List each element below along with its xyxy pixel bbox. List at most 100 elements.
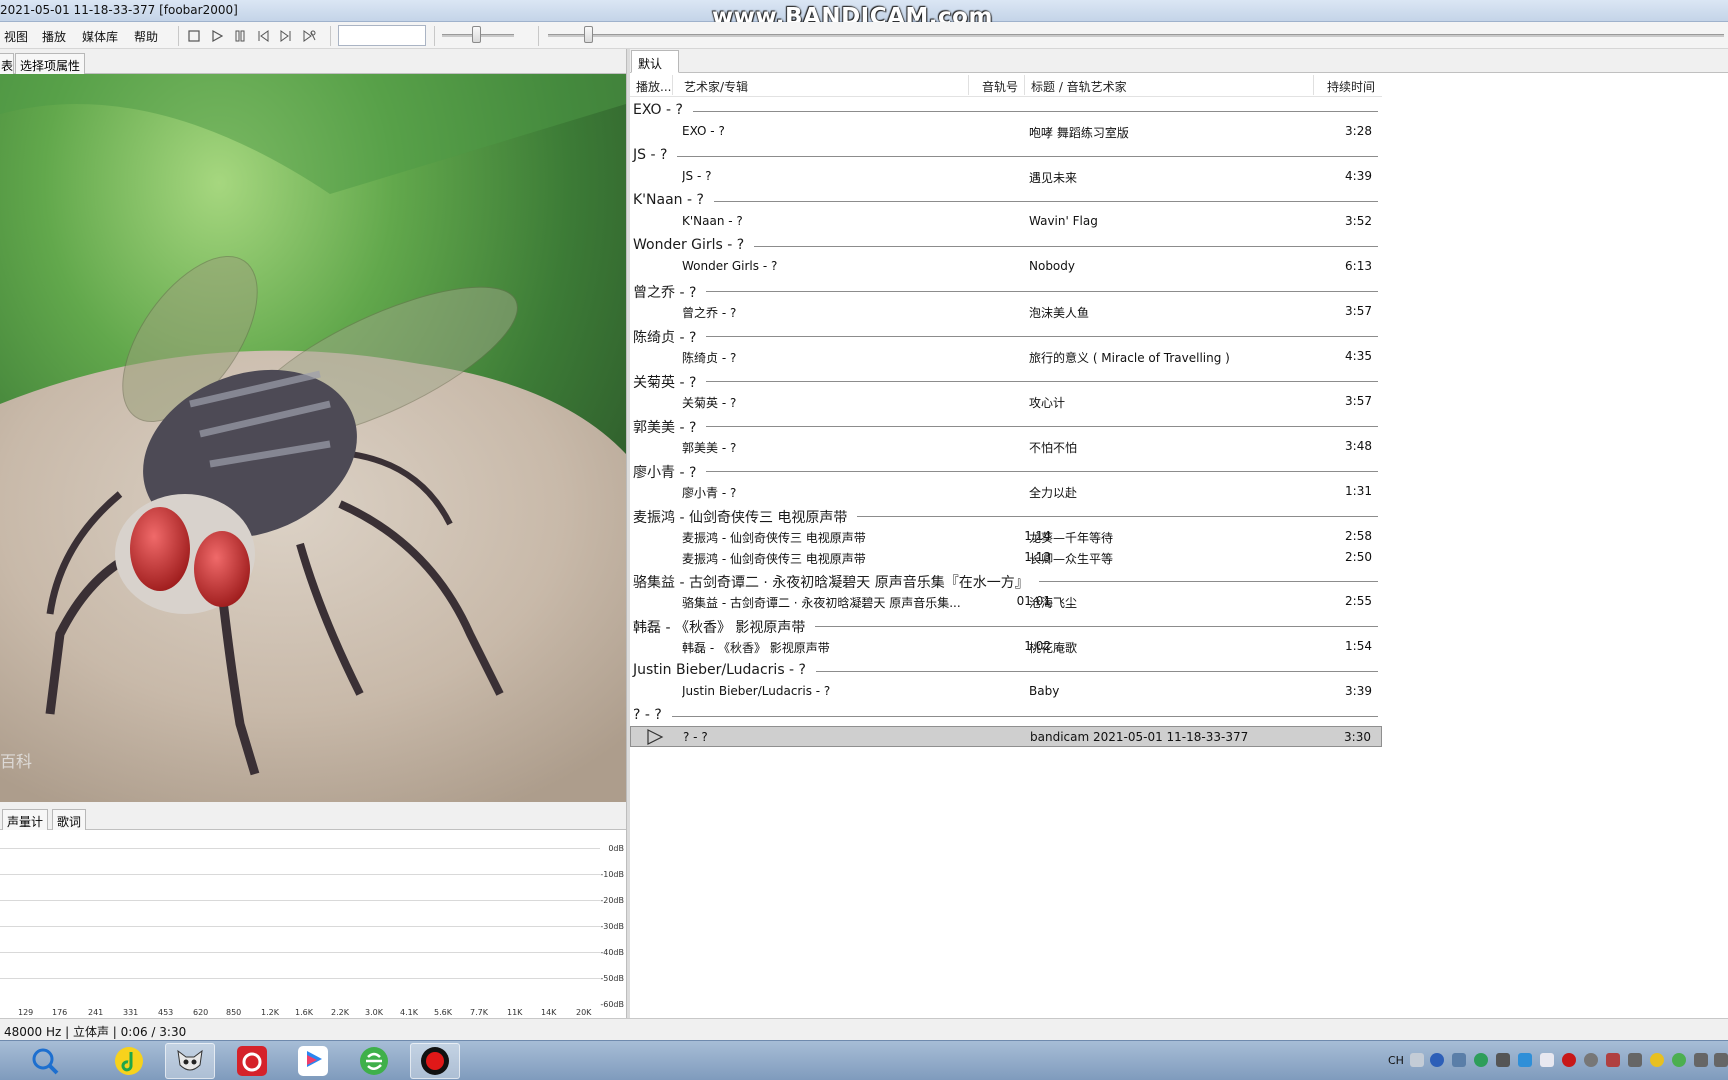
playlist-group-header[interactable]: 麦振鸿 - 仙剑奇侠传三 电视原声带: [630, 504, 1382, 527]
qq-music-icon[interactable]: [104, 1043, 154, 1079]
volume-slider-thumb[interactable]: [472, 26, 481, 43]
playlist-group-header[interactable]: 郭美美 - ?: [630, 414, 1382, 437]
menu-library[interactable]: 媒体库: [82, 28, 118, 45]
next-icon[interactable]: [277, 27, 295, 45]
playlist-row[interactable]: 廖小青 - ? 全力以赴 1:31: [630, 481, 1382, 502]
volume-icon[interactable]: [1694, 1053, 1708, 1067]
playlist-row[interactable]: 麦振鸿 - 仙剑奇侠传三 电视原声带 1.14 龙葵—千年等待 2:58: [630, 526, 1382, 547]
tab-selection-properties[interactable]: 选择项属性: [15, 53, 86, 74]
playlist-row[interactable]: 麦振鸿 - 仙剑奇侠传三 电视原声带 1.13 长卿—众生平等 2:50: [630, 547, 1382, 568]
column-duration[interactable]: 持续时间: [1327, 78, 1375, 95]
tab-playlist-partial[interactable]: 表: [0, 53, 14, 74]
playlist-row[interactable]: EXO - ? 咆哮 舞蹈练习室版 3:28: [630, 121, 1382, 142]
record-icon[interactable]: [1562, 1053, 1576, 1067]
network-icon[interactable]: [1518, 1053, 1532, 1067]
tab-lyrics[interactable]: 歌词: [52, 809, 87, 830]
seek-slider-track[interactable]: [548, 34, 1724, 37]
menu-help[interactable]: 帮助: [134, 28, 158, 45]
playlist-row-now-playing[interactable]: ? - ? bandicam 2021-05-01 11-18-33-377 3…: [630, 726, 1382, 747]
playlist-view[interactable]: 播放... 艺术家/专辑 音轨号 标题 / 音轨艺术家 持续时间 EXO - ?…: [630, 73, 1728, 1018]
row-title: 泡沫美人鱼: [1029, 306, 1090, 320]
playlist-row[interactable]: 陈绮贞 - ? 旅行的意义 ( Miracle of Travelling ) …: [630, 346, 1382, 367]
tab-volume-meter[interactable]: 声量计: [2, 809, 49, 830]
playlist-group-header[interactable]: K'Naan - ?: [630, 189, 1382, 211]
power-icon[interactable]: [1584, 1053, 1598, 1067]
playlist-group-header[interactable]: JS - ?: [630, 144, 1382, 166]
playlist-group-header[interactable]: 骆集益 - 古剑奇谭二 · 永夜初晗凝碧天 原声音乐集『在水一方』: [630, 569, 1382, 592]
flag-icon[interactable]: [1606, 1053, 1620, 1067]
db-label: -20dB: [600, 896, 624, 905]
playlist-row[interactable]: 郭美美 - ? 不怕不怕 3:48: [630, 436, 1382, 457]
language-indicator[interactable]: CH: [1388, 1054, 1404, 1067]
bonus-icon[interactable]: [1650, 1053, 1664, 1067]
album-artwork: 百科: [0, 74, 626, 802]
playlist-row[interactable]: 骆集益 - 古剑奇谭二 · 永夜初晗凝碧天 原声音乐集... 01.01 沧海飞…: [630, 591, 1382, 612]
playlist-group-header[interactable]: Justin Bieber/Ludacris - ?: [630, 659, 1382, 681]
visualization-tabs: 声量计 歌词: [0, 808, 628, 830]
playlist-group-header[interactable]: 廖小青 - ?: [630, 459, 1382, 482]
toolbar-separator: [178, 26, 179, 46]
row-title: 长卿—众生平等: [1029, 552, 1114, 566]
freq-label: 4.1K: [400, 1008, 418, 1017]
random-icon[interactable]: [300, 27, 318, 45]
security-icon[interactable]: [1474, 1053, 1488, 1067]
column-track-number[interactable]: 音轨号: [982, 78, 1018, 95]
keyboard-icon[interactable]: [1410, 1053, 1424, 1067]
settings-icon[interactable]: [1452, 1053, 1466, 1067]
pause-icon[interactable]: [231, 27, 249, 45]
window-title: 2021-05-01 11-18-33-377 [foobar2000]: [0, 3, 238, 17]
row-duration: 3:52: [1345, 214, 1372, 228]
group-name: Wonder Girls - ?: [633, 237, 755, 253]
bandicam-icon[interactable]: [410, 1043, 460, 1079]
menu-playback[interactable]: 播放: [42, 28, 66, 45]
group-name: 关菊英 - ?: [633, 372, 707, 392]
group-name: JS - ?: [633, 147, 678, 163]
playlist-row[interactable]: JS - ? 遇见未来 4:39: [630, 166, 1382, 187]
playlist-group-header[interactable]: Wonder Girls - ?: [630, 234, 1382, 256]
playlist-row[interactable]: Wonder Girls - ? Nobody 6:13: [630, 256, 1382, 277]
playlist-row[interactable]: 关菊英 - ? 攻心计 3:57: [630, 391, 1382, 412]
left-panel-tabs: 表 选择项属性: [0, 52, 628, 74]
playlist-group-header[interactable]: 关菊英 - ?: [630, 369, 1382, 392]
playlist-group-header[interactable]: 韩磊 - 《秋香》 影视原声带: [630, 614, 1382, 637]
playlist-group-header[interactable]: ? - ?: [630, 704, 1382, 726]
db-gridline: [0, 874, 600, 875]
playlist-row[interactable]: K'Naan - ? Wavin' Flag 3:52: [630, 211, 1382, 232]
netease-music-icon[interactable]: [227, 1043, 277, 1079]
status-text: 48000 Hz | 立体声 | 0:06 / 3:30: [4, 1025, 187, 1039]
row-duration: 3:30: [1344, 730, 1371, 744]
playlist-row[interactable]: 曾之乔 - ? 泡沫美人鱼 3:57: [630, 301, 1382, 322]
playback-order-dropdown[interactable]: [338, 25, 426, 46]
cat-icon[interactable]: [1496, 1053, 1510, 1067]
display-icon[interactable]: [1714, 1053, 1728, 1067]
previous-icon[interactable]: [254, 27, 272, 45]
group-name: K'Naan - ?: [633, 192, 714, 208]
title-bar[interactable]: 2021-05-01 11-18-33-377 [foobar2000] www…: [0, 0, 1728, 30]
playlist-group-header[interactable]: EXO - ?: [630, 99, 1382, 121]
db-gridline: [0, 978, 600, 979]
menu-view[interactable]: 视图: [4, 28, 28, 45]
tab-default-playlist[interactable]: 默认: [631, 50, 679, 73]
browser-icon[interactable]: [349, 1043, 399, 1079]
group-name: Justin Bieber/Ludacris - ?: [633, 662, 816, 678]
row-title: 遇见未来: [1029, 171, 1078, 185]
playlist-group-header[interactable]: 曾之乔 - ?: [630, 279, 1382, 302]
youku-tray-icon[interactable]: [1540, 1053, 1554, 1067]
speaker-icon[interactable]: [1628, 1053, 1642, 1067]
column-playing[interactable]: 播放...: [636, 78, 671, 95]
foobar2000-icon[interactable]: [165, 1043, 215, 1079]
row-artist: 陈绮贞 - ?: [682, 351, 737, 365]
play-icon[interactable]: [208, 27, 226, 45]
youku-icon[interactable]: [288, 1043, 338, 1079]
playlist-group-header[interactable]: 陈绮贞 - ?: [630, 324, 1382, 347]
status-icon[interactable]: [1672, 1053, 1686, 1067]
help-icon[interactable]: [1430, 1053, 1444, 1067]
seek-slider-thumb[interactable]: [584, 26, 593, 43]
playlist-row[interactable]: Justin Bieber/Ludacris - ? Baby 3:39: [630, 681, 1382, 702]
playlist-row[interactable]: 韩磊 - 《秋香》 影视原声带 1.02 桃花庵歌 1:54: [630, 636, 1382, 657]
column-artist-album[interactable]: 艺术家/专辑: [684, 78, 748, 95]
search-app-icon[interactable]: [20, 1043, 70, 1079]
column-separator: [1024, 75, 1025, 95]
stop-icon[interactable]: [185, 27, 203, 45]
column-title-artist[interactable]: 标题 / 音轨艺术家: [1031, 78, 1127, 95]
